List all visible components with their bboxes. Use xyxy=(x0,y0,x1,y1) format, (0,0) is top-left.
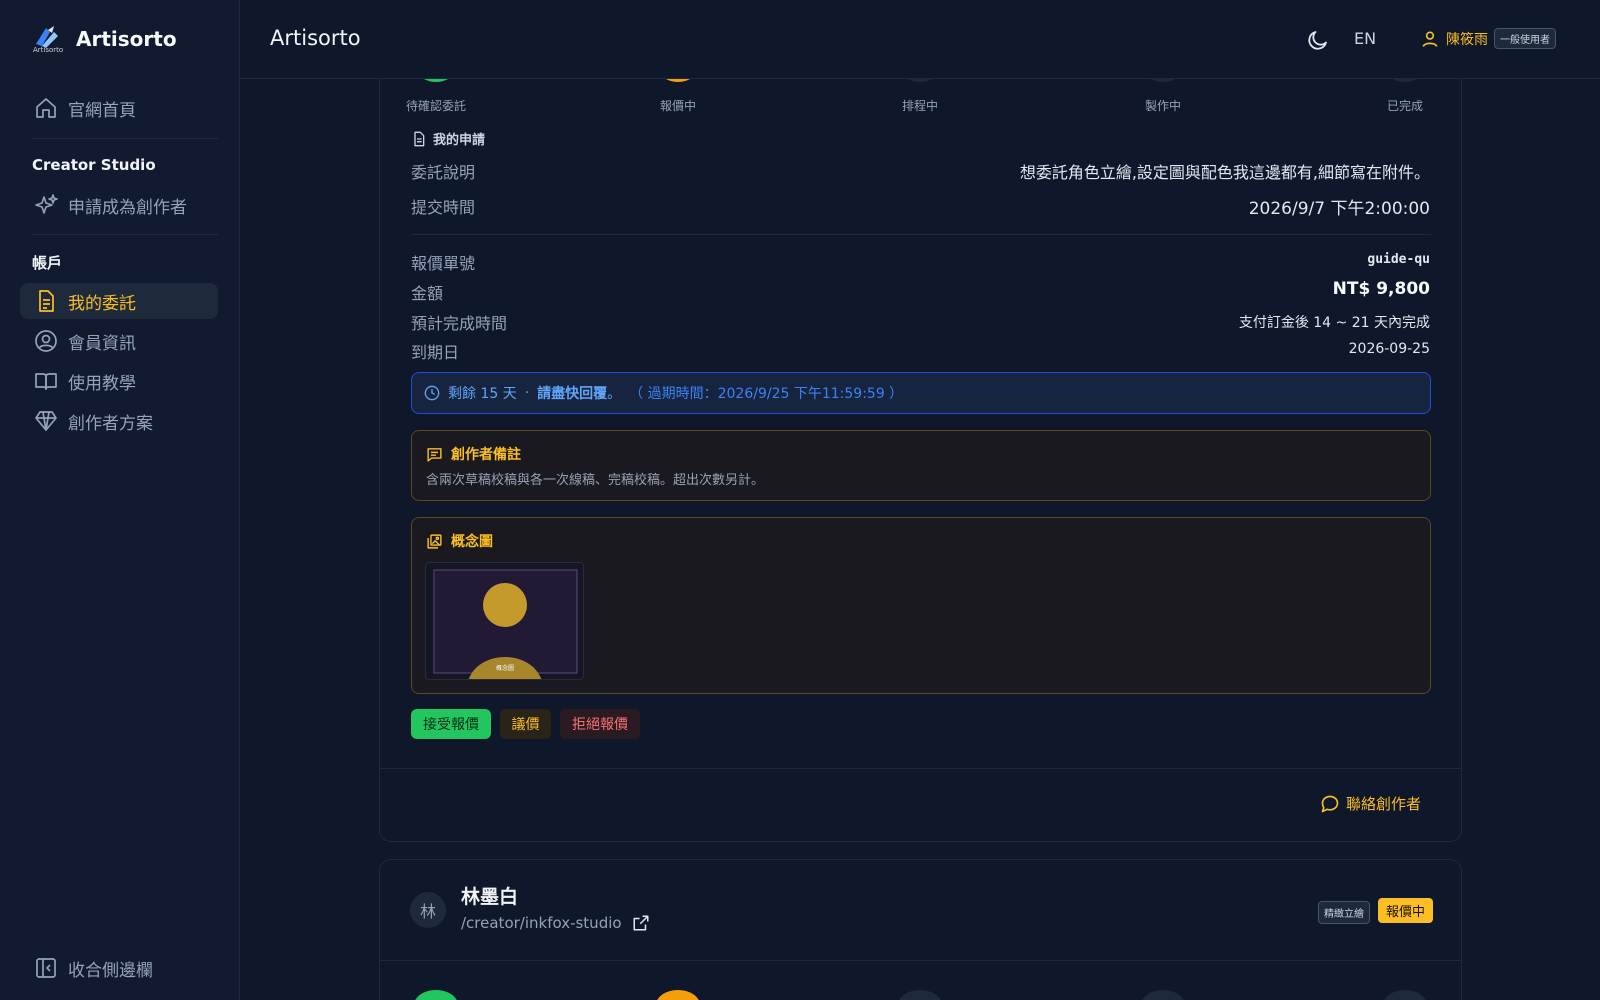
language-toggle[interactable]: EN xyxy=(1354,29,1376,48)
due-date-value: 2026-09-25 xyxy=(1348,341,1430,357)
moon-icon xyxy=(1308,31,1327,50)
concept-title: 概念圖 xyxy=(451,534,493,550)
message-square-icon xyxy=(427,447,442,462)
images-icon xyxy=(427,533,442,549)
concept-thumb-label: 概念圖 xyxy=(496,665,515,672)
user-role-badge: 一般使用者 xyxy=(1494,28,1556,49)
sidebar-item-label: 我的委託 xyxy=(68,293,136,314)
logo-subtext: Artisorto xyxy=(33,46,64,54)
document-icon xyxy=(39,290,54,312)
sidebar-item-label: 使用教學 xyxy=(68,373,136,394)
request-heading-text: 我的申請 xyxy=(433,133,486,148)
app-logo[interactable]: Artisorto Artisorto xyxy=(32,24,177,54)
sidebar-item-apply-creator[interactable]: 申請成為創作者 xyxy=(20,187,218,223)
sidebar-item-label: 申請成為創作者 xyxy=(68,197,187,218)
sidebar-collapse-icon xyxy=(36,958,56,978)
step-label: 報價中 xyxy=(659,99,697,113)
diamond-icon xyxy=(35,411,57,431)
deadline-expiry: （ 過期時間：2026/9/25 下午11:59:59 ） xyxy=(629,386,904,402)
sidebar-item-label: 會員資訊 xyxy=(68,333,136,354)
card2-divider xyxy=(380,960,1461,961)
eta-label: 預計完成時間 xyxy=(411,314,508,333)
creator-note-heading: 創作者備註 xyxy=(426,444,521,464)
contact-creator-label: 聯絡創作者 xyxy=(1346,795,1422,813)
sidebar-item-home[interactable]: 官網首頁 xyxy=(20,90,218,126)
external-link-icon xyxy=(633,915,649,931)
logo-name: Artisorto xyxy=(76,27,177,51)
sidebar-item-member-info[interactable]: 會員資訊 xyxy=(20,323,218,359)
step-label: 製作中 xyxy=(1144,99,1182,113)
concept-box: 概念圖 概念圖 xyxy=(411,517,1431,694)
avatar: 林 xyxy=(410,892,446,928)
clock-icon xyxy=(424,385,440,401)
concept-heading: 概念圖 xyxy=(426,531,493,551)
deadline-banner: 剩餘 15 天 · 請盡快回覆。 （ 過期時間：2026/9/25 下午11:5… xyxy=(411,372,1431,414)
due-date-label: 到期日 xyxy=(411,343,460,362)
quote-id-label: 報價單號 xyxy=(411,254,476,273)
deadline-separator: · xyxy=(524,385,530,401)
sidebar: Artisorto Artisorto 官網首頁 Creator Studio … xyxy=(0,0,240,1000)
section-divider xyxy=(411,234,1431,235)
amount-value: NT$ 9,800 xyxy=(1332,279,1430,299)
amount-label: 金額 xyxy=(411,284,444,303)
contact-creator-button[interactable]: 聯絡創作者 xyxy=(1320,793,1421,814)
sidebar-item-my-commissions[interactable]: 我的委託 xyxy=(20,283,218,319)
deadline-urge: 請盡快回覆 xyxy=(537,386,608,402)
creator-note-text: 含兩次草稿校稿與各一次線稿、完稿校稿。超出次數另計。 xyxy=(426,473,765,488)
user-circle-icon xyxy=(35,330,57,352)
sidebar-divider xyxy=(32,138,218,139)
status-badge: 報價中 xyxy=(1378,898,1434,923)
creator-note-box: 創作者備註 含兩次草稿校稿與各一次線稿、完稿校稿。超出次數另計。 xyxy=(411,430,1431,501)
deadline-tail: 。 xyxy=(607,386,622,402)
user-name: 陳筱雨 xyxy=(1446,31,1488,48)
theme-toggle-button[interactable] xyxy=(1306,28,1330,52)
user-menu[interactable]: 陳筱雨 一般使用者 xyxy=(1420,28,1556,49)
desc-label: 委託說明 xyxy=(411,163,476,182)
negotiate-button[interactable]: 議價 xyxy=(500,709,551,739)
request-heading: 我的申請 xyxy=(411,129,485,148)
concept-image-thumbnail[interactable]: 概念圖 xyxy=(425,562,584,680)
creator-profile-link[interactable]: /creator/inkfox-studio xyxy=(461,914,650,932)
page-title: Artisorto xyxy=(270,26,361,50)
sparkles-icon xyxy=(35,194,58,214)
account-section-title: 帳戶 xyxy=(32,254,63,272)
commission-type-tag: 精緻立繪 xyxy=(1318,901,1370,924)
sidebar-item-label: 創作者方案 xyxy=(68,413,153,434)
submit-time-value: 2026/9/7 下午2:00:00 xyxy=(1248,199,1430,219)
step-label: 待確認委託 xyxy=(405,99,467,113)
sidebar-item-creator-plans[interactable]: 創作者方案 xyxy=(20,403,218,439)
file-text-icon xyxy=(414,131,425,146)
chat-bubble-icon xyxy=(1321,795,1339,812)
user-icon xyxy=(1422,30,1438,47)
reject-quote-button[interactable]: 拒絕報價 xyxy=(560,709,640,739)
sidebar-item-tutorial[interactable]: 使用教學 xyxy=(20,363,218,399)
step-label: 排程中 xyxy=(901,99,939,113)
sidebar-item-label: 官網首頁 xyxy=(68,100,136,121)
deadline-remaining: 剩餘 15 天 xyxy=(448,386,517,402)
sidebar-divider xyxy=(32,234,218,235)
creator-name: 林墨白 xyxy=(461,886,519,908)
creator-link-text: /creator/inkfox-studio xyxy=(461,914,622,932)
home-icon xyxy=(36,98,56,118)
logo-icon: Artisorto xyxy=(32,24,64,54)
creator-note-title: 創作者備註 xyxy=(451,447,521,463)
card-footer-divider xyxy=(380,768,1461,769)
accept-quote-button[interactable]: 接受報價 xyxy=(411,709,491,739)
collapse-label: 收合側邊欄 xyxy=(68,960,153,981)
desc-value: 想委託角色立繪,設定圖與配色我這邊都有,細節寫在附件。 xyxy=(1019,163,1430,182)
eta-value: 支付訂金後 14 ~ 21 天內完成 xyxy=(1238,315,1430,331)
book-open-icon xyxy=(35,373,57,390)
top-header: Artisorto EN 陳筱雨 一般使用者 xyxy=(240,0,1600,79)
quote-id-value: guide-qu xyxy=(1367,252,1430,267)
step-label: 已完成 xyxy=(1386,99,1424,113)
studio-section-title: Creator Studio xyxy=(32,156,156,174)
submit-time-label: 提交時間 xyxy=(411,198,476,217)
collapse-sidebar-button[interactable]: 收合側邊欄 xyxy=(20,950,218,986)
